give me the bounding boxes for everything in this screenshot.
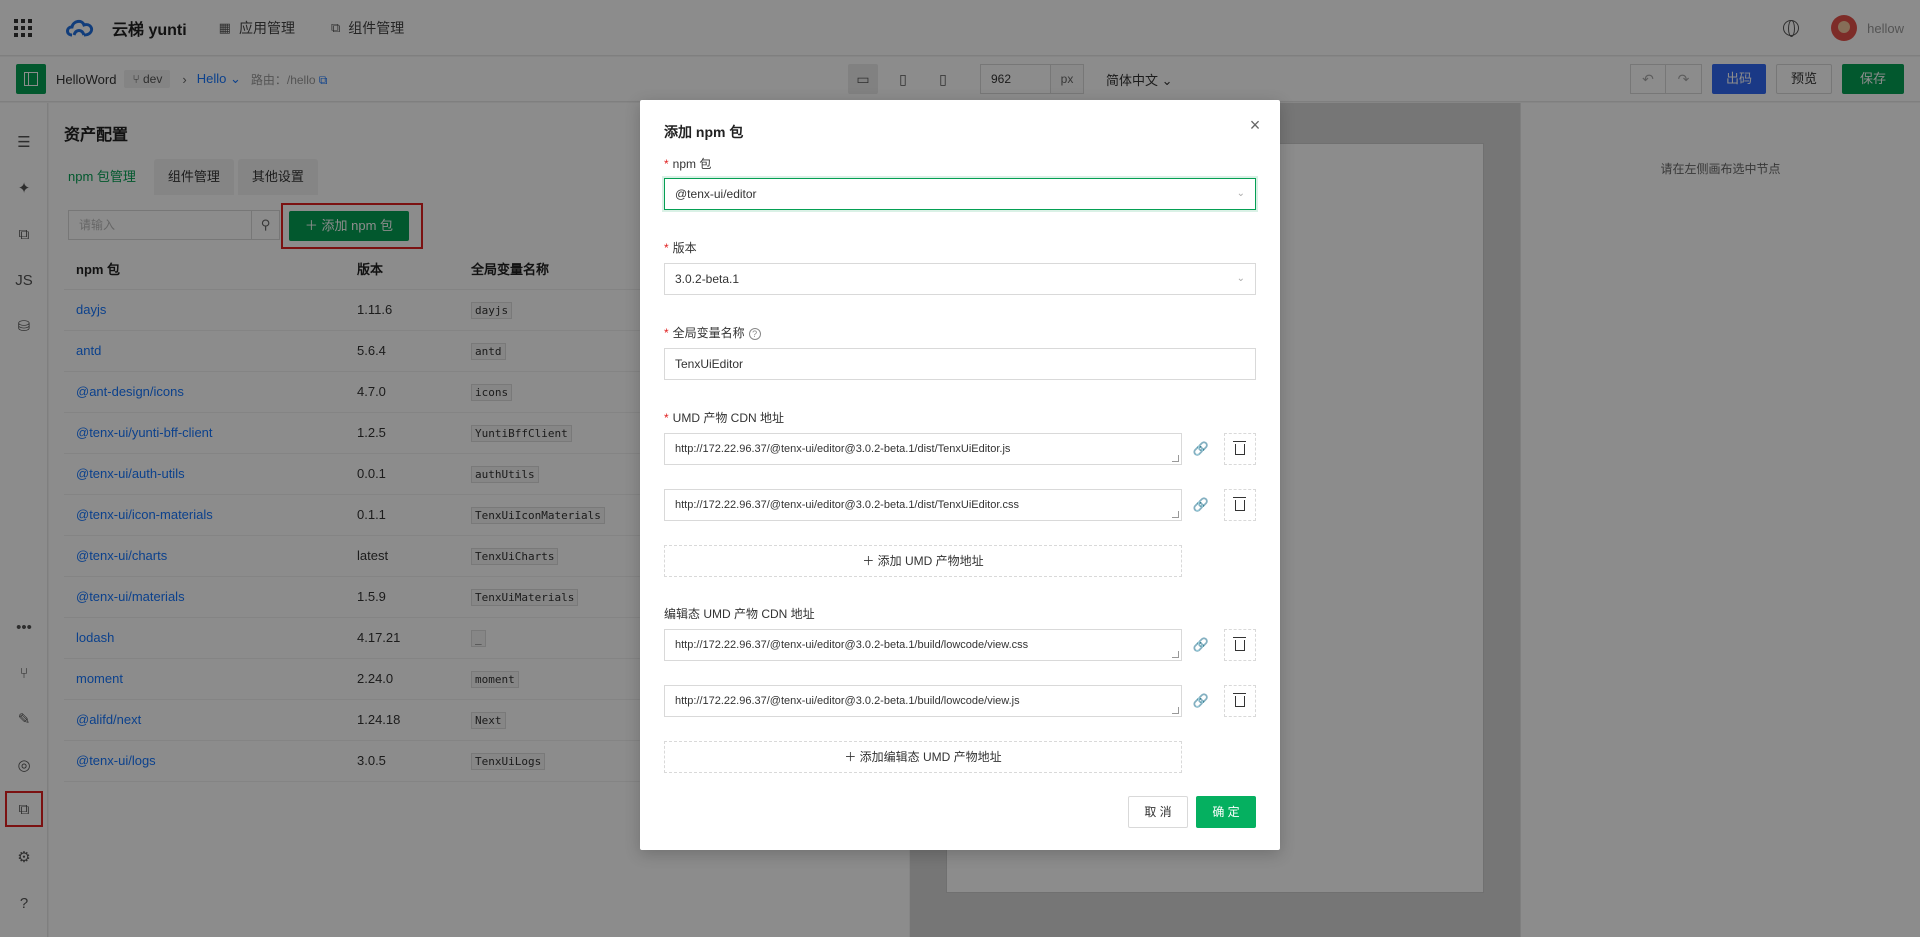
- version-value: 3.0.2-beta.1: [675, 272, 740, 286]
- npm-value: @tenx-ui/editor: [675, 187, 757, 201]
- link-icon[interactable]: 🔗: [1192, 440, 1210, 458]
- add-npm-modal: 添加 npm 包 × * npm 包 @tenx-ui/editor ⌄ * 版本 …: [640, 100, 1280, 850]
- umd-url-input[interactable]: http://172.22.96.37/@tenx-ui/editor@3.0.…: [664, 489, 1182, 521]
- npm-select[interactable]: @tenx-ui/editor ⌄: [664, 178, 1256, 210]
- edit-umd-url-input[interactable]: http://172.22.96.37/@tenx-ui/editor@3.0.…: [664, 685, 1182, 717]
- add-edit-umd-button[interactable]: ＋ 添加编辑态 UMD 产物地址: [664, 741, 1182, 773]
- link-icon[interactable]: 🔗: [1192, 692, 1210, 710]
- trash-icon: [1233, 636, 1246, 651]
- trash-icon: [1233, 692, 1246, 707]
- trash-icon: [1233, 496, 1246, 511]
- delete-button[interactable]: [1224, 685, 1256, 717]
- chevron-down-icon: ⌄: [1236, 273, 1245, 284]
- help-icon[interactable]: ?: [748, 328, 761, 340]
- modal-title: 添加 npm 包: [664, 124, 744, 140]
- edit-umd-url-input[interactable]: http://172.22.96.37/@tenx-ui/editor@3.0.…: [664, 629, 1182, 661]
- confirm-button[interactable]: 确 定: [1196, 796, 1256, 828]
- delete-button[interactable]: [1224, 629, 1256, 661]
- global-name-input[interactable]: TenxUiEditor: [664, 348, 1256, 380]
- umd-label: * UMD 产物 CDN 地址: [664, 411, 785, 425]
- version-select[interactable]: 3.0.2-beta.1 ⌄: [664, 263, 1256, 295]
- delete-button[interactable]: [1224, 489, 1256, 521]
- cancel-button[interactable]: 取 消: [1128, 796, 1188, 828]
- edit-umd-label: 编辑态 UMD 产物 CDN 地址: [664, 607, 815, 621]
- chevron-down-icon: ⌄: [1236, 188, 1245, 199]
- link-icon[interactable]: 🔗: [1192, 496, 1210, 514]
- npm-label: * npm 包: [664, 157, 712, 171]
- delete-button[interactable]: [1224, 433, 1256, 465]
- global-name-label: * 全局变量名称?: [664, 324, 761, 341]
- close-icon[interactable]: ×: [1246, 116, 1264, 134]
- version-label: * 版本: [664, 241, 697, 255]
- umd-url-input[interactable]: http://172.22.96.37/@tenx-ui/editor@3.0.…: [664, 433, 1182, 465]
- trash-icon: [1233, 440, 1246, 455]
- link-icon[interactable]: 🔗: [1192, 636, 1210, 654]
- add-umd-button[interactable]: ＋ 添加 UMD 产物地址: [664, 545, 1182, 577]
